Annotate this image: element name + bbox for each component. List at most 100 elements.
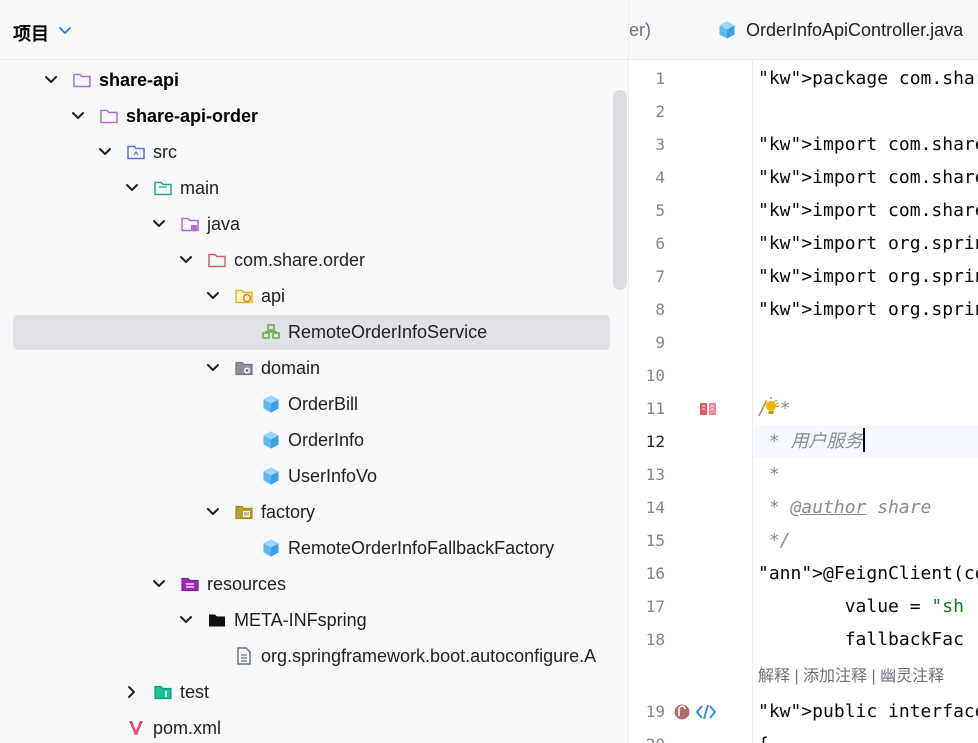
class-icon	[263, 539, 279, 557]
tree-node[interactable]: main	[0, 170, 628, 206]
code-line[interactable]: "kw">package com.share.c	[758, 62, 978, 95]
code-line[interactable]: {	[758, 728, 769, 743]
editor-gutter[interactable]: 1234567891011121314151617181920	[629, 60, 753, 743]
line-number: 18	[645, 630, 665, 649]
maven-icon	[129, 721, 143, 735]
line-number: 5	[655, 201, 665, 220]
chevron-down-icon[interactable]	[152, 217, 166, 231]
line-number: 19	[645, 702, 665, 721]
chevron-down-icon[interactable]	[71, 109, 85, 123]
factory-package-icon	[235, 505, 253, 520]
tree-node[interactable]: pom.xml	[0, 710, 628, 743]
code-line[interactable]: "kw">import com.share.co	[758, 128, 978, 161]
tree-node-label: test	[180, 682, 210, 702]
tree-node-label: RemoteOrderInfoService	[288, 322, 488, 342]
code-line[interactable]: "kw">import org.springfr	[758, 227, 978, 260]
code-line[interactable]: *	[758, 458, 780, 491]
code-vision-hint[interactable]: 解释 | 添加注释 | 幽灵注释	[758, 662, 944, 686]
api-package-icon	[235, 289, 253, 304]
tree-node-label: factory	[261, 502, 316, 522]
line-number: 6	[655, 234, 665, 253]
line-number: 12	[645, 432, 665, 451]
code-line[interactable]: "kw">public interface Re	[758, 695, 978, 728]
tree-node[interactable]: share-api	[0, 62, 628, 98]
tree-node-label: OrderInfo	[288, 430, 365, 450]
line-number: 3	[655, 135, 665, 154]
intention-bulb-icon[interactable]	[760, 396, 782, 418]
tree-node[interactable]: UserInfoVo	[0, 458, 628, 494]
chevron-down-icon[interactable]	[206, 361, 220, 375]
tree-node-label: com.share.order	[234, 250, 366, 270]
chevron-down-icon[interactable]	[98, 145, 112, 159]
tree-node[interactable]: OrderInfo	[0, 422, 628, 458]
tree-node[interactable]: test	[0, 674, 628, 710]
tree-node-label: share-api-order	[126, 106, 259, 126]
reader-mode-icon[interactable]	[699, 401, 717, 417]
project-tool-window: 项目 share-api share-api-order src main java co…	[0, 0, 628, 743]
chevron-down-icon[interactable]	[179, 253, 193, 267]
chevron-down-icon[interactable]	[206, 505, 220, 519]
main-folder-icon	[154, 181, 172, 196]
code-line[interactable]: "kw">import com.share.or	[758, 194, 978, 227]
tree-node[interactable]: domain	[0, 350, 628, 386]
chevron-down-icon[interactable]	[125, 181, 139, 195]
tree-node[interactable]: META-INFspring	[0, 602, 628, 638]
code-line[interactable]: fallbackFac	[758, 623, 964, 656]
tree-node[interactable]: src	[0, 134, 628, 170]
line-number: 17	[645, 597, 665, 616]
source-root-folder-icon	[127, 145, 145, 160]
folder-icon	[209, 614, 225, 627]
tree-node[interactable]: java	[0, 206, 628, 242]
package-icon	[208, 253, 226, 268]
editor-tab-label: OrderInfoApiController.java	[746, 20, 964, 40]
tree-node[interactable]: com.share.order	[0, 242, 628, 278]
code-line[interactable]: * @author share	[758, 491, 932, 524]
code-line[interactable]: "kw">import org.springfr	[758, 293, 978, 326]
tree-scrollbar[interactable]	[613, 90, 627, 290]
tree-node[interactable]: org.springframework.boot.autoconfigure.A	[0, 638, 628, 674]
tree-node[interactable]: share-api-order	[0, 98, 628, 134]
tree-node[interactable]: RemoteOrderInfoFallbackFactory	[0, 530, 628, 566]
tree-node[interactable]: api	[0, 278, 628, 314]
project-panel-title[interactable]: 项目	[13, 20, 49, 46]
chevron-down-icon[interactable]	[44, 73, 58, 87]
tree-node-label: META-INFspring	[234, 610, 367, 630]
text-file-icon	[237, 647, 251, 665]
tree-node[interactable]: factory	[0, 494, 628, 530]
tree-node-label: pom.xml	[153, 718, 222, 738]
line-number: 7	[655, 267, 665, 286]
code-line[interactable]: "kw">import org.springfr	[758, 260, 978, 293]
tree-node[interactable]: RemoteOrderInfoService	[0, 314, 628, 350]
class-icon	[263, 467, 279, 485]
code-line[interactable]: * 用户服务	[758, 425, 865, 458]
editor-tab-previous[interactable]: er)	[629, 20, 651, 41]
line-number: 4	[655, 168, 665, 187]
class-icon	[719, 21, 735, 39]
code-line[interactable]: "ann">@FeignClient(contex	[758, 557, 978, 590]
module-folder-icon	[73, 73, 91, 88]
project-tree: share-api share-api-order src main java com.s…	[0, 62, 628, 743]
chevron-down-icon[interactable]	[58, 25, 72, 37]
tree-node-label: domain	[261, 358, 321, 378]
editor-tab-active[interactable]: OrderInfoApiController.java	[717, 0, 978, 59]
code-editor: er) OrderInfoApiController.java 12345678…	[628, 0, 978, 743]
code-area[interactable]: "kw">package com.share.c "kw">import com.…	[754, 60, 978, 743]
chevron-down-icon[interactable]	[152, 577, 166, 591]
resources-folder-icon	[181, 577, 199, 592]
implementation-icon[interactable]	[673, 702, 691, 722]
tree-node[interactable]: resources	[0, 566, 628, 602]
class-icon	[263, 431, 279, 449]
line-number: 11	[645, 399, 665, 418]
chevron-right-icon[interactable]	[125, 685, 139, 699]
chevron-down-icon[interactable]	[179, 613, 193, 627]
chevron-down-icon[interactable]	[206, 289, 220, 303]
feign-navigation-icon[interactable]	[695, 703, 717, 721]
line-number: 20	[629, 728, 665, 743]
tree-node-label: java	[207, 214, 241, 234]
tree-node-label: OrderBill	[288, 394, 359, 414]
java-source-folder-icon	[181, 217, 199, 232]
tree-node[interactable]: OrderBill	[0, 386, 628, 422]
code-line[interactable]: "kw">import com.share.or	[758, 161, 978, 194]
code-line[interactable]: */	[758, 524, 791, 557]
code-line[interactable]: value = "sh	[758, 590, 964, 623]
